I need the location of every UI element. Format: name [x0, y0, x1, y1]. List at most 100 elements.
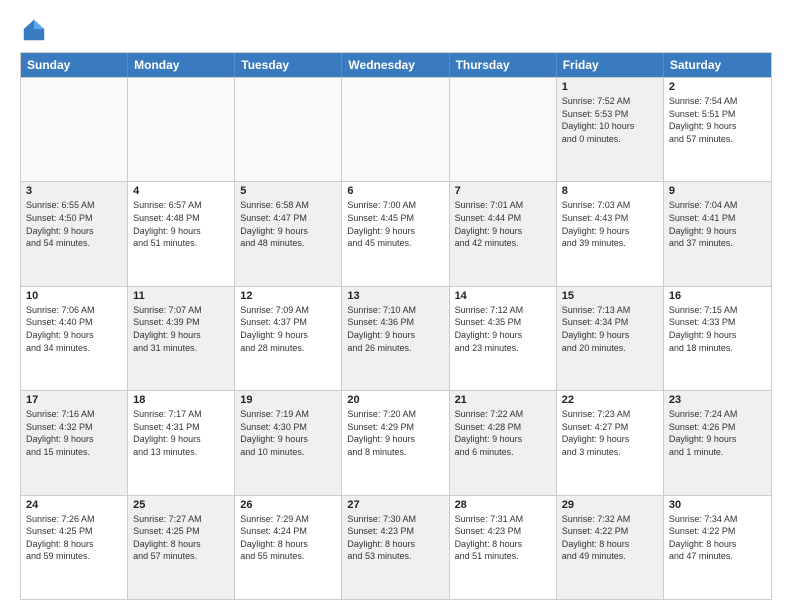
calendar-row-3: 10 Sunrise: 7:06 AM Sunset: 4:40 PM Dayli…: [21, 286, 771, 390]
header-day-saturday: Saturday: [664, 53, 771, 77]
day-number: 13: [347, 290, 443, 302]
day-number: 5: [240, 185, 336, 197]
calendar-cell-day-16: 16Sunrise: 7:15 AM Sunset: 4:33 PM Dayli…: [664, 287, 771, 390]
calendar-cell-day-3: 3 Sunrise: 6:55 AM Sunset: 4:50 PM Daylig…: [21, 182, 128, 285]
day-number: 27: [347, 499, 443, 511]
day-number: 30: [669, 499, 766, 511]
calendar-cell-day-1: 1 Sunrise: 7:52 AM Sunset: 5:53 PM Daylig…: [557, 78, 664, 181]
calendar-cell-day-14: 14 Sunrise: 7:12 AM Sunset: 4:35 PM Dayli…: [450, 287, 557, 390]
calendar-cell-empty-0-3: [342, 78, 449, 181]
calendar-header: SundayMondayTuesdayWednesdayThursdayFrid…: [21, 53, 771, 77]
day-number: 19: [240, 394, 336, 406]
logo: [20, 16, 52, 44]
cell-sun-info: Sunrise: 7:03 AM Sunset: 4:43 PM Dayligh…: [562, 199, 658, 249]
day-number: 20: [347, 394, 443, 406]
calendar-cell-day-25: 25 Sunrise: 7:27 AM Sunset: 4:25 PM Dayli…: [128, 496, 235, 599]
calendar-cell-day-12: 12Sunrise: 7:09 AM Sunset: 4:37 PM Dayli…: [235, 287, 342, 390]
calendar-row-1: 1 Sunrise: 7:52 AM Sunset: 5:53 PM Daylig…: [21, 77, 771, 181]
cell-sun-info: Sunrise: 7:01 AM Sunset: 4:44 PM Dayligh…: [455, 199, 551, 249]
day-number: 8: [562, 185, 658, 197]
header-day-tuesday: Tuesday: [235, 53, 342, 77]
day-number: 15: [562, 290, 658, 302]
header-day-wednesday: Wednesday: [342, 53, 449, 77]
calendar-cell-day-20: 20 Sunrise: 7:20 AM Sunset: 4:29 PM Dayli…: [342, 391, 449, 494]
cell-sun-info: Sunrise: 7:13 AM Sunset: 4:34 PM Dayligh…: [562, 304, 658, 354]
calendar-row-2: 3 Sunrise: 6:55 AM Sunset: 4:50 PM Daylig…: [21, 181, 771, 285]
calendar-cell-day-7: 7Sunrise: 7:01 AM Sunset: 4:44 PM Daylig…: [450, 182, 557, 285]
calendar-cell-day-11: 11 Sunrise: 7:07 AM Sunset: 4:39 PM Dayli…: [128, 287, 235, 390]
day-number: 22: [562, 394, 658, 406]
cell-sun-info: Sunrise: 7:06 AM Sunset: 4:40 PM Dayligh…: [26, 304, 122, 354]
cell-sun-info: Sunrise: 7:09 AM Sunset: 4:37 PM Dayligh…: [240, 304, 336, 354]
header-day-thursday: Thursday: [450, 53, 557, 77]
calendar-cell-day-29: 29 Sunrise: 7:32 AM Sunset: 4:22 PM Dayli…: [557, 496, 664, 599]
day-number: 11: [133, 290, 229, 302]
calendar-cell-day-26: 26 Sunrise: 7:29 AM Sunset: 4:24 PM Dayli…: [235, 496, 342, 599]
day-number: 21: [455, 394, 551, 406]
cell-sun-info: Sunrise: 7:52 AM Sunset: 5:53 PM Dayligh…: [562, 95, 658, 145]
cell-sun-info: Sunrise: 7:23 AM Sunset: 4:27 PM Dayligh…: [562, 408, 658, 458]
day-number: 9: [669, 185, 766, 197]
calendar-cell-day-21: 21 Sunrise: 7:22 AM Sunset: 4:28 PM Dayli…: [450, 391, 557, 494]
day-number: 16: [669, 290, 766, 302]
cell-sun-info: Sunrise: 7:20 AM Sunset: 4:29 PM Dayligh…: [347, 408, 443, 458]
cell-sun-info: Sunrise: 7:17 AM Sunset: 4:31 PM Dayligh…: [133, 408, 229, 458]
cell-sun-info: Sunrise: 7:07 AM Sunset: 4:39 PM Dayligh…: [133, 304, 229, 354]
day-number: 4: [133, 185, 229, 197]
cell-sun-info: Sunrise: 7:27 AM Sunset: 4:25 PM Dayligh…: [133, 513, 229, 563]
logo-icon: [20, 16, 48, 44]
cell-sun-info: Sunrise: 7:16 AM Sunset: 4:32 PM Dayligh…: [26, 408, 122, 458]
day-number: 23: [669, 394, 766, 406]
cell-sun-info: Sunrise: 7:30 AM Sunset: 4:23 PM Dayligh…: [347, 513, 443, 563]
day-number: 29: [562, 499, 658, 511]
calendar-cell-day-5: 5 Sunrise: 6:58 AM Sunset: 4:47 PM Daylig…: [235, 182, 342, 285]
day-number: 26: [240, 499, 336, 511]
calendar-cell-day-15: 15 Sunrise: 7:13 AM Sunset: 4:34 PM Dayli…: [557, 287, 664, 390]
cell-sun-info: Sunrise: 6:58 AM Sunset: 4:47 PM Dayligh…: [240, 199, 336, 249]
calendar-cell-day-23: 23 Sunrise: 7:24 AM Sunset: 4:26 PM Dayli…: [664, 391, 771, 494]
header-day-monday: Monday: [128, 53, 235, 77]
cell-sun-info: Sunrise: 6:57 AM Sunset: 4:48 PM Dayligh…: [133, 199, 229, 249]
header-day-friday: Friday: [557, 53, 664, 77]
calendar-cell-day-30: 30Sunrise: 7:34 AM Sunset: 4:22 PM Dayli…: [664, 496, 771, 599]
day-number: 2: [669, 81, 766, 93]
day-number: 10: [26, 290, 122, 302]
calendar-cell-empty-0-2: [235, 78, 342, 181]
page: SundayMondayTuesdayWednesdayThursdayFrid…: [0, 0, 792, 612]
calendar-cell-day-9: 9 Sunrise: 7:04 AM Sunset: 4:41 PM Daylig…: [664, 182, 771, 285]
day-number: 14: [455, 290, 551, 302]
day-number: 3: [26, 185, 122, 197]
cell-sun-info: Sunrise: 7:24 AM Sunset: 4:26 PM Dayligh…: [669, 408, 766, 458]
calendar-cell-empty-0-1: [128, 78, 235, 181]
calendar-cell-day-8: 8 Sunrise: 7:03 AM Sunset: 4:43 PM Daylig…: [557, 182, 664, 285]
cell-sun-info: Sunrise: 7:04 AM Sunset: 4:41 PM Dayligh…: [669, 199, 766, 249]
day-number: 28: [455, 499, 551, 511]
calendar-cell-day-24: 24 Sunrise: 7:26 AM Sunset: 4:25 PM Dayli…: [21, 496, 128, 599]
day-number: 6: [347, 185, 443, 197]
day-number: 25: [133, 499, 229, 511]
calendar-cell-day-10: 10 Sunrise: 7:06 AM Sunset: 4:40 PM Dayli…: [21, 287, 128, 390]
calendar-cell-day-17: 17Sunrise: 7:16 AM Sunset: 4:32 PM Dayli…: [21, 391, 128, 494]
calendar-cell-empty-0-0: [21, 78, 128, 181]
cell-sun-info: Sunrise: 6:55 AM Sunset: 4:50 PM Dayligh…: [26, 199, 122, 249]
day-number: 18: [133, 394, 229, 406]
day-number: 1: [562, 81, 658, 93]
calendar-cell-day-22: 22 Sunrise: 7:23 AM Sunset: 4:27 PM Dayli…: [557, 391, 664, 494]
calendar-cell-day-6: 6 Sunrise: 7:00 AM Sunset: 4:45 PM Daylig…: [342, 182, 449, 285]
cell-sun-info: Sunrise: 7:29 AM Sunset: 4:24 PM Dayligh…: [240, 513, 336, 563]
cell-sun-info: Sunrise: 7:00 AM Sunset: 4:45 PM Dayligh…: [347, 199, 443, 249]
cell-sun-info: Sunrise: 7:12 AM Sunset: 4:35 PM Dayligh…: [455, 304, 551, 354]
cell-sun-info: Sunrise: 7:26 AM Sunset: 4:25 PM Dayligh…: [26, 513, 122, 563]
calendar-cell-day-2: 2 Sunrise: 7:54 AM Sunset: 5:51 PM Daylig…: [664, 78, 771, 181]
cell-sun-info: Sunrise: 7:32 AM Sunset: 4:22 PM Dayligh…: [562, 513, 658, 563]
calendar-cell-day-27: 27 Sunrise: 7:30 AM Sunset: 4:23 PM Dayli…: [342, 496, 449, 599]
calendar-cell-day-4: 4 Sunrise: 6:57 AM Sunset: 4:48 PM Daylig…: [128, 182, 235, 285]
cell-sun-info: Sunrise: 7:22 AM Sunset: 4:28 PM Dayligh…: [455, 408, 551, 458]
calendar-cell-day-19: 19Sunrise: 7:19 AM Sunset: 4:30 PM Dayli…: [235, 391, 342, 494]
cell-sun-info: Sunrise: 7:54 AM Sunset: 5:51 PM Dayligh…: [669, 95, 766, 145]
calendar-cell-day-13: 13 Sunrise: 7:10 AM Sunset: 4:36 PM Dayli…: [342, 287, 449, 390]
day-number: 24: [26, 499, 122, 511]
cell-sun-info: Sunrise: 7:10 AM Sunset: 4:36 PM Dayligh…: [347, 304, 443, 354]
calendar-cell-day-18: 18 Sunrise: 7:17 AM Sunset: 4:31 PM Dayli…: [128, 391, 235, 494]
calendar-row-4: 17Sunrise: 7:16 AM Sunset: 4:32 PM Dayli…: [21, 390, 771, 494]
